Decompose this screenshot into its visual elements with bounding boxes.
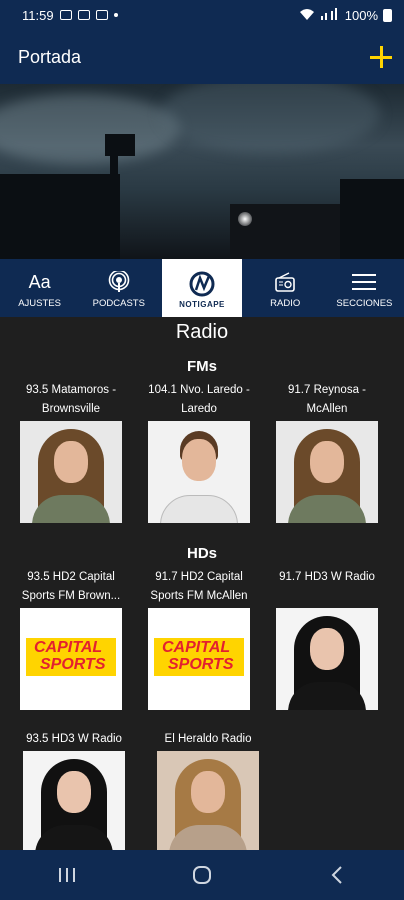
radio-icon — [275, 271, 296, 293]
section-title-hds: HDs — [186, 545, 217, 562]
home-icon[interactable] — [182, 855, 222, 895]
station-card[interactable]: 91.7 Reynosa - McAllen — [266, 381, 388, 523]
station-label: 91.7 HD2 Capital Sports FM McAllen — [150, 571, 248, 602]
logo-text-capital: CAPITAL — [34, 639, 103, 656]
station-image[interactable] — [276, 421, 378, 523]
station-label: El Heraldo Radio — [164, 733, 252, 745]
tab-radio[interactable]: RADIO — [246, 259, 325, 317]
capital-sports-logo: CAPITAL SPORTS — [154, 638, 244, 676]
plus-icon[interactable] — [368, 44, 394, 70]
status-time: 11:59 — [22, 7, 54, 23]
gallery-icon — [59, 10, 72, 20]
tab-label: NOTIGAPE — [179, 300, 225, 309]
logo-text-sports: SPORTS — [168, 656, 234, 673]
station-card[interactable]: 91.7 HD3 W Radio — [266, 568, 388, 710]
station-label: 93.5 HD2 Capital Sports FM Brown... — [21, 571, 121, 602]
logo-text-capital: CAPITAL — [162, 639, 231, 656]
hd-grid-row-2: 93.5 HD3 W Radio El Heraldo Radio — [0, 730, 404, 850]
hd-grid-row-1: 93.5 HD2 Capital Sports FM Brown... CAPI… — [0, 568, 404, 710]
station-label: 93.5 Matamoros - Brownsville — [25, 384, 117, 415]
recent-apps-icon[interactable] — [47, 855, 87, 895]
tab-secciones[interactable]: SECCIONES — [325, 259, 404, 317]
station-image[interactable] — [148, 421, 250, 523]
signal-icon — [320, 7, 340, 23]
podcast-icon — [108, 271, 130, 293]
tab-label: PODCASTS — [92, 298, 145, 309]
mail-icon — [77, 10, 90, 20]
list-icon — [352, 271, 377, 293]
station-card[interactable]: 104.1 Nvo. Laredo - Laredo — [138, 381, 260, 523]
text-size-icon: Aa — [28, 271, 51, 292]
logo-text-sports: SPORTS — [40, 656, 106, 673]
notification-dot-icon — [113, 13, 118, 17]
tab-label: RADIO — [270, 298, 301, 309]
station-card[interactable]: 93.5 HD2 Capital Sports FM Brown... CAPI… — [10, 568, 132, 710]
station-image[interactable]: CAPITAL SPORTS — [20, 608, 122, 710]
tab-podcasts[interactable]: PODCASTS — [79, 259, 158, 317]
battery-text: 100% — [344, 7, 378, 23]
tab-label: SECCIONES — [336, 298, 393, 309]
station-image[interactable]: CAPITAL SPORTS — [148, 608, 250, 710]
status-bar: 11:59 100% — [0, 0, 404, 30]
wifi-icon — [299, 8, 315, 23]
tab-bar: Aa AJUSTES PODCASTS NOTIGAPE RADIO SECCI… — [0, 259, 404, 317]
hero-image[interactable] — [0, 84, 404, 259]
tab-notigape[interactable]: NOTIGAPE — [162, 259, 242, 317]
station-card[interactable]: 91.7 HD2 Capital Sports FM McAllen CAPIT… — [138, 568, 260, 710]
facebook-icon — [95, 10, 108, 20]
station-label: 104.1 Nvo. Laredo - Laredo — [148, 384, 250, 415]
station-card[interactable]: 93.5 HD3 W Radio — [10, 730, 138, 850]
system-nav-bar — [0, 850, 404, 900]
tab-ajustes[interactable]: Aa AJUSTES — [0, 259, 79, 317]
app-bar: Portada — [0, 30, 404, 84]
station-image[interactable] — [20, 421, 122, 523]
section-title-fms: FMs — [187, 358, 217, 375]
station-label: 91.7 HD3 W Radio — [279, 571, 375, 583]
station-card[interactable]: 93.5 Matamoros - Brownsville — [10, 381, 132, 523]
station-card[interactable]: El Heraldo Radio — [144, 730, 272, 850]
station-image[interactable] — [276, 608, 378, 710]
station-image[interactable] — [23, 751, 125, 850]
back-icon[interactable] — [317, 855, 357, 895]
page-title: Portada — [18, 46, 82, 67]
radio-content[interactable]: Radio FMs 93.5 Matamoros - Brownsville 1… — [0, 317, 404, 850]
fm-grid: 93.5 Matamoros - Brownsville 104.1 Nvo. … — [0, 381, 404, 523]
battery-icon — [383, 8, 392, 22]
station-image[interactable] — [157, 751, 259, 850]
notigape-logo — [188, 271, 216, 297]
station-label: 93.5 HD3 W Radio — [26, 733, 122, 745]
station-label: 91.7 Reynosa - McAllen — [288, 384, 366, 415]
section-heading: Radio — [175, 321, 229, 343]
tab-label: AJUSTES — [18, 298, 61, 309]
capital-sports-logo: CAPITAL SPORTS — [26, 638, 116, 676]
